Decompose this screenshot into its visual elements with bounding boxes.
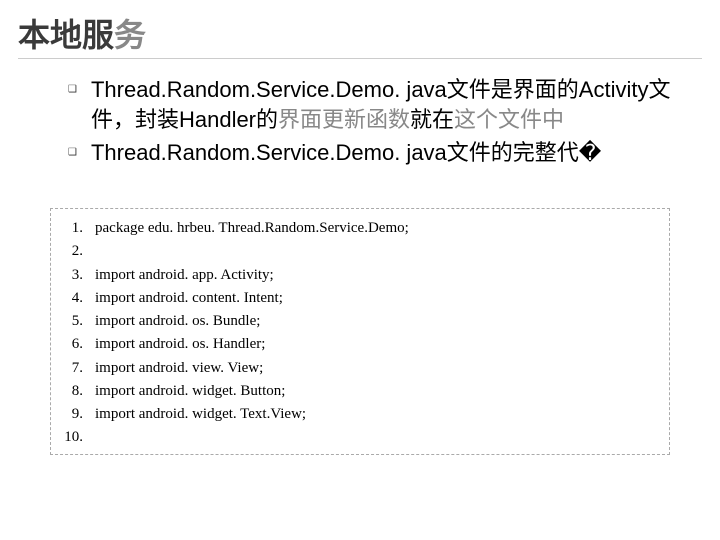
code-line: 6. import android. os. Handler;	[61, 333, 659, 356]
page-title: 本地服务	[18, 10, 702, 59]
code-line: 10.	[61, 426, 659, 449]
bullet-marker: ❑	[68, 147, 77, 158]
line-number: 8.	[61, 380, 83, 403]
code-line: 2.	[61, 240, 659, 263]
code-line: 7. import android. view. View;	[61, 357, 659, 380]
bullet-text: Thread.Random.Service.Demo. java文件是界面的Ac…	[91, 75, 702, 134]
code-line: 9. import android. widget. Text.View;	[61, 403, 659, 426]
code-text: import android. view. View;	[95, 357, 263, 380]
code-text: import android. widget. Button;	[95, 380, 285, 403]
line-number: 2.	[61, 240, 83, 263]
code-line: 5. import android. os. Bundle;	[61, 310, 659, 333]
code-box: 1. package edu. hrbeu. Thread.Random.Serv…	[50, 208, 670, 455]
title-pre: 本地服	[18, 17, 114, 53]
line-number: 10.	[61, 426, 83, 449]
line-number: 6.	[61, 333, 83, 356]
line-number: 4.	[61, 287, 83, 310]
bullet-list: ❑ Thread.Random.Service.Demo. java文件是界面的A…	[18, 75, 702, 168]
line-number: 3.	[61, 264, 83, 287]
code-text: import android. os. Bundle;	[95, 310, 260, 333]
line-number: 1.	[61, 217, 83, 240]
line-number: 9.	[61, 403, 83, 426]
bullet-item: ❑ Thread.Random.Service.Demo. java文件的完整代�	[68, 138, 702, 168]
code-line: 1. package edu. hrbeu. Thread.Random.Serv…	[61, 217, 659, 240]
code-text: import android. widget. Text.View;	[95, 403, 306, 426]
line-number: 7.	[61, 357, 83, 380]
title-gray: 务	[114, 17, 146, 53]
code-line: 4. import android. content. Intent;	[61, 287, 659, 310]
code-line: 8. import android. widget. Button;	[61, 380, 659, 403]
code-text: import android. os. Handler;	[95, 333, 265, 356]
code-text: package edu. hrbeu. Thread.Random.Servic…	[95, 217, 409, 240]
line-number: 5.	[61, 310, 83, 333]
code-text: import android. app. Activity;	[95, 264, 274, 287]
bullet-text: Thread.Random.Service.Demo. java文件的完整代�	[91, 138, 601, 168]
bullet-item: ❑ Thread.Random.Service.Demo. java文件是界面的A…	[68, 75, 702, 134]
bullet-marker: ❑	[68, 84, 77, 95]
code-line: 3. import android. app. Activity;	[61, 264, 659, 287]
code-text: import android. content. Intent;	[95, 287, 283, 310]
